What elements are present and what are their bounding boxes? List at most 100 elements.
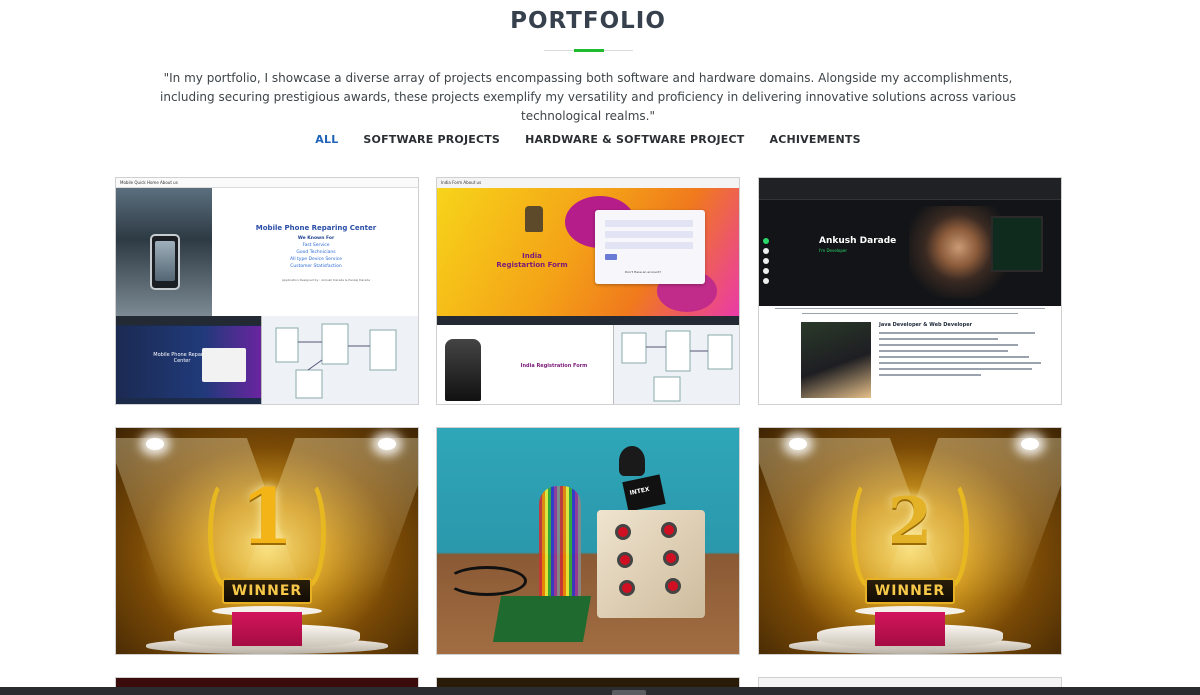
text-line: [802, 313, 1018, 314]
filter-achievements[interactable]: ACHIVEMENTS: [757, 133, 873, 146]
section-title: PORTFOLIO: [510, 8, 666, 34]
phone-icon: [150, 234, 180, 290]
registration-app-window: India Registration Form: [437, 325, 612, 404]
portfolio-intro: "In my portfolio, I showcase a diverse a…: [160, 71, 1016, 123]
monitor-illustration: [991, 216, 1043, 272]
emblem-icon: [445, 339, 481, 401]
registration-form: Don't Have an account?: [595, 210, 705, 284]
schema-diagram-graphic: [275, 323, 397, 399]
webcam-brand: INTEX: [629, 485, 651, 497]
login-dialog: [202, 348, 246, 382]
phone-photo: [116, 188, 212, 316]
schema-diagram: [613, 325, 739, 404]
form-input: [605, 242, 693, 249]
raspberry-pi-board: [492, 596, 592, 642]
registration-app-screenshot: India Registration Form: [437, 316, 739, 404]
schema-diagram-graphic: [621, 330, 733, 402]
button-box: [597, 510, 705, 618]
red-push-button: [663, 550, 679, 566]
social-icon: [763, 248, 769, 254]
bottom-dock-bar: [0, 687, 1200, 695]
red-push-button: [665, 578, 681, 594]
registration-app-title: India Registration Form: [520, 363, 588, 369]
spotlight-icon: [146, 438, 164, 450]
filter-software-projects[interactable]: SOFTWARE PROJECTS: [351, 133, 513, 146]
portfolio-filters: ALL SOFTWARE PROJECTS HARDWARE & SOFTWAR…: [0, 133, 1176, 146]
social-icon: [763, 268, 769, 274]
form-input: [605, 231, 693, 238]
spotlight-icon: [378, 438, 396, 450]
form-input: [605, 220, 693, 227]
social-icon: [763, 258, 769, 264]
feature-line: We Known For: [297, 236, 335, 241]
form-note: Don't Have an account?: [625, 270, 661, 274]
award-number: 1: [240, 472, 294, 561]
personal-site-hero: Ankush Darade I'm Developer: [759, 178, 1061, 306]
cable-photo: [447, 566, 527, 596]
text-line: [879, 332, 1036, 334]
registration-heading-line: Registartion Form: [496, 261, 568, 269]
about-intro: [775, 308, 1045, 316]
red-push-button: [615, 524, 631, 540]
red-push-button: [617, 552, 633, 568]
registration-site-screenshot: India Form About us India Registartion F…: [437, 178, 739, 316]
red-push-button: [661, 522, 677, 538]
webcam-label: INTEX: [622, 474, 666, 512]
text-line: [775, 308, 1045, 309]
registration-heading-line: India: [522, 252, 542, 260]
about-details: [879, 332, 1049, 380]
portfolio-item-hardware-project[interactable]: INTEX: [436, 427, 740, 655]
title-accent-line: [574, 49, 604, 52]
filter-hardware-software-project[interactable]: HARDWARE & SOFTWARE PROJECT: [513, 133, 757, 146]
text-line: [879, 356, 1029, 358]
browser-chrome: [759, 178, 1061, 200]
portfolio-item-india-registration[interactable]: India Form About us India Registartion F…: [436, 177, 740, 405]
red-carpet-stairs: [232, 612, 302, 646]
social-icon: [763, 238, 769, 244]
personal-site-about: Java Developer & Web Developer: [759, 306, 1061, 404]
social-icon: [763, 278, 769, 284]
feature-line: Fast Service: [302, 243, 330, 248]
portfolio-item-personal-website[interactable]: Ankush Darade I'm Developer Java Develop…: [758, 177, 1062, 405]
spotlight-icon: [1021, 438, 1039, 450]
hero-role: I'm Developer: [819, 248, 848, 253]
dock-handle[interactable]: [612, 690, 646, 695]
portfolio-item-mobile-repair[interactable]: Mobile Quick Home About us Mobile Phone …: [115, 177, 419, 405]
text-line: [879, 344, 1019, 346]
red-push-button: [619, 580, 635, 596]
portfolio-item-first-place-award[interactable]: 1 WINNER: [115, 427, 419, 655]
text-line: [879, 374, 981, 376]
feature-line: Customer Statisfaction: [290, 264, 342, 269]
portfolio-item-second-place-award[interactable]: 2 WINNER: [758, 427, 1062, 655]
mobile-site-features: We Known For Fast Service Good Technicia…: [216, 235, 416, 270]
ide-toolbar: [437, 316, 739, 325]
text-line: [879, 338, 998, 340]
text-line: [879, 350, 1009, 352]
mobile-app-window: Mobile Phone Reparing Center: [116, 326, 261, 398]
award-number: 2: [887, 484, 933, 559]
text-line: [879, 362, 1041, 364]
feature-line: Good Technicians: [296, 250, 336, 255]
mobile-site-screenshot: Mobile Quick Home About us Mobile Phone …: [116, 178, 418, 316]
feature-line: All type Device Service: [290, 257, 342, 262]
schema-diagram: [261, 316, 418, 404]
hero-name: Ankush Darade: [819, 236, 897, 246]
filter-all[interactable]: ALL: [303, 133, 351, 146]
mobile-site-footer: Application Designed by : Ankush Darade …: [281, 278, 371, 282]
winner-plaque: WINNER: [865, 578, 955, 604]
mobile-site-nav: Mobile Quick Home About us: [116, 178, 418, 188]
registration-site-nav: India Form About us: [437, 178, 739, 188]
profile-photo: [801, 322, 871, 398]
text-line: [879, 368, 1032, 370]
registration-heading: India Registartion Form: [477, 252, 587, 270]
mobile-site-title: Mobile Phone Reparing Center: [255, 224, 377, 232]
emblem-icon: [525, 206, 543, 232]
red-carpet-stairs: [875, 612, 945, 646]
winner-plaque: WINNER: [222, 578, 312, 604]
form-submit-button: [605, 254, 617, 260]
spotlight-icon: [789, 438, 807, 450]
social-links: [763, 238, 771, 298]
mobile-app-screenshot: Mobile Phone Reparing Center: [116, 316, 418, 404]
webcam-icon: [619, 446, 645, 476]
about-heading: Java Developer & Web Developer: [879, 322, 973, 328]
